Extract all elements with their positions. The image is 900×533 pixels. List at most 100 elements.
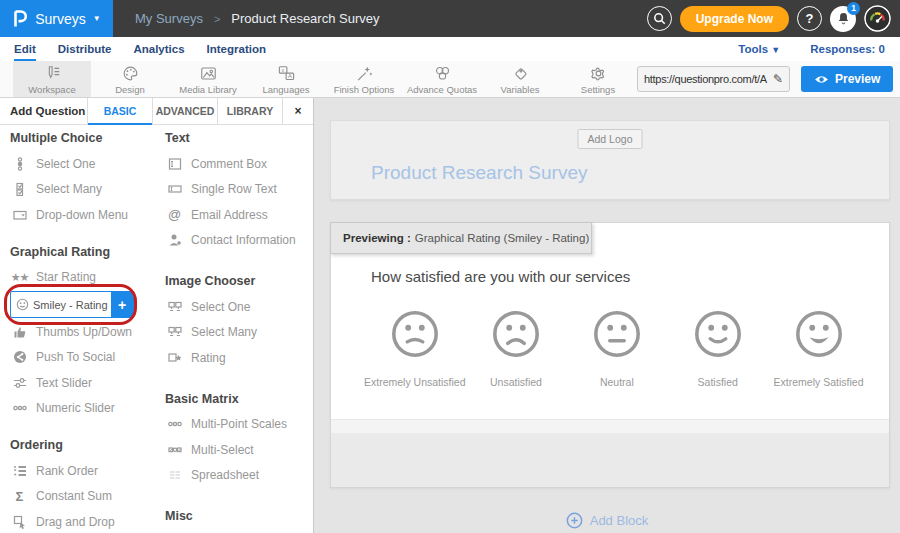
question-type-numeric-slider[interactable]: Numeric Slider — [10, 396, 165, 422]
multi-select-icon — [165, 443, 184, 457]
design-icon — [121, 64, 140, 83]
section-title-text: Text — [165, 131, 307, 146]
toolbar-item-advance-quotas[interactable]: Advance Quotas — [403, 61, 481, 97]
toolbar-item-design[interactable]: Design — [91, 61, 169, 97]
single-row-icon — [165, 182, 184, 196]
question-type-thumbs-up-down[interactable]: Thumbs Up/Down — [10, 319, 165, 345]
question-type-constant-sum[interactable]: ΣConstant Sum — [10, 484, 165, 510]
smiley-option-neutral[interactable]: Neutral — [566, 310, 667, 388]
question-type-rating[interactable]: Rating — [165, 345, 307, 371]
breadcrumb-separator-icon: > — [214, 13, 220, 25]
question-type-multi-point-scales[interactable]: Multi-Point Scales — [165, 412, 307, 438]
search-icon — [653, 12, 666, 25]
plus-circle-icon — [566, 512, 583, 529]
add-question-plus-button[interactable]: + — [111, 291, 134, 318]
rank-icon — [10, 464, 29, 478]
toolbar-item-languages[interactable]: xALanguages — [247, 61, 325, 97]
breadcrumb: My Surveys > Product Research Survey — [135, 11, 379, 26]
toolbar-item-settings[interactable]: Settings — [559, 61, 637, 97]
question-preview-block: Previewing : Graphical Rating (Smiley - … — [330, 222, 890, 488]
question-type-spreadsheet[interactable]: Spreadsheet — [165, 463, 307, 489]
smiley-option-unsatisfied[interactable]: Unsatisfied — [466, 310, 567, 388]
section-title-multiple-choice: Multiple Choice — [10, 131, 165, 146]
toolbar-item-finish-options[interactable]: Finish Options — [325, 61, 403, 97]
question-type-comment-box[interactable]: Comment Box — [165, 151, 307, 177]
variables-icon — [511, 64, 530, 83]
question-type-select-one[interactable]: Select One — [165, 294, 307, 320]
question-type-rank-order[interactable]: Rank Order — [10, 458, 165, 484]
question-type-star-rating[interactable]: ★★Star Rating — [10, 265, 165, 291]
question-type-multi-select[interactable]: Multi-Select — [165, 437, 307, 463]
question-type-single-row-text[interactable]: Single Row Text — [165, 177, 307, 203]
question-type-push-to-social[interactable]: Push To Social — [10, 345, 165, 371]
section-title-image-chooser: Image Chooser — [165, 274, 307, 289]
question-type-contact-information[interactable]: Contact Information — [165, 228, 307, 254]
nav-tab-distribute[interactable]: Distribute — [58, 37, 112, 61]
brand-menu[interactable]: Surveys ▼ — [0, 0, 113, 37]
settings-icon — [589, 64, 608, 83]
close-panel-button[interactable]: × — [283, 98, 313, 124]
chevron-down-icon: ▼ — [93, 14, 101, 23]
nav-tab-edit[interactable]: Edit — [14, 37, 36, 61]
slider-icon — [10, 376, 29, 390]
tools-menu[interactable]: Tools ▼ — [738, 43, 780, 55]
survey-url-input[interactable] — [644, 73, 772, 85]
block-footer — [331, 433, 889, 487]
toolbar-item-variables[interactable]: Variables — [481, 61, 559, 97]
add-logo-button[interactable]: Add Logo — [578, 129, 643, 149]
smiley-option-extremely-satisfied[interactable]: Extremely Satisfied — [768, 310, 869, 388]
question-type-text-slider[interactable]: Text Slider — [10, 370, 165, 396]
add-question-panel: Add Question BASICADVANCEDLIBRARY × Mult… — [0, 98, 314, 533]
survey-canvas: Add Logo Product Research Survey Preview… — [314, 98, 900, 533]
finish-options-icon — [355, 64, 374, 83]
survey-title[interactable]: Product Research Survey — [371, 162, 588, 184]
radio-list-icon — [10, 157, 29, 171]
question-type-email-address[interactable]: @Email Address — [165, 202, 307, 228]
advance-quotas-icon — [433, 64, 452, 83]
top-header: Surveys ▼ My Surveys > Product Research … — [0, 0, 900, 37]
panel-tab-library[interactable]: LIBRARY — [218, 98, 283, 124]
smiley-option-extremely-unsatisfied[interactable]: Extremely Unsatisfied — [364, 310, 466, 388]
toolbar-item-workspace[interactable]: Workspace — [13, 61, 91, 97]
nav-tab-integration[interactable]: Integration — [207, 37, 266, 61]
question-text[interactable]: How satisfied are you with our services — [371, 268, 630, 285]
question-type-smiley-rating[interactable]: Smiley - Rating+ — [10, 291, 132, 318]
help-button[interactable]: ? — [797, 6, 822, 31]
breadcrumb-section[interactable]: My Surveys — [135, 11, 203, 26]
search-button[interactable] — [647, 6, 672, 31]
notification-badge: 1 — [847, 2, 860, 15]
survey-nav: Edit Distribute Analytics Integration Tools… — [0, 37, 900, 61]
toolbar-item-media-library[interactable]: Media Library — [169, 61, 247, 97]
nav-tabs: Edit Distribute Analytics Integration — [14, 37, 266, 61]
responses-count[interactable]: Responses: 0 — [810, 43, 885, 55]
upgrade-now-button[interactable]: Upgrade Now — [680, 6, 789, 32]
add-block-button[interactable]: Add Block — [314, 512, 900, 529]
drag-icon — [10, 515, 29, 529]
thumb-icon — [10, 325, 29, 339]
notifications-button[interactable]: 1 — [830, 6, 856, 32]
share-icon — [10, 350, 29, 364]
question-type-select-many[interactable]: Select Many — [165, 320, 307, 346]
section-title-graphical-rating: Graphical Rating — [10, 245, 165, 260]
preview-button[interactable]: Preview — [801, 66, 893, 92]
img-select-icon — [165, 300, 184, 314]
edit-url-icon[interactable]: ✎ — [773, 72, 783, 86]
survey-url-box: ✎ — [637, 66, 790, 92]
question-type-select-many[interactable]: Select Many — [10, 177, 165, 203]
questionpro-logo-icon — [12, 9, 28, 29]
avatar[interactable] — [864, 5, 891, 32]
svg-text:A: A — [288, 73, 292, 79]
panel-tab-basic[interactable]: BASIC — [88, 98, 153, 124]
block-footer-strip — [331, 419, 889, 433]
smiley-option-satisfied[interactable]: Satisfied — [667, 310, 768, 388]
panel-tab-advanced[interactable]: ADVANCED — [153, 98, 218, 124]
nav-tab-analytics[interactable]: Analytics — [133, 37, 184, 61]
svg-text:x: x — [281, 66, 284, 72]
question-type-drag-and-drop[interactable]: Drag and Drop — [10, 509, 165, 533]
smiley-face-icon — [795, 310, 843, 358]
brand-product-label: Surveys — [35, 11, 86, 27]
question-type-select-one[interactable]: Select One — [10, 151, 165, 177]
section-title-ordering: Ordering — [10, 438, 165, 453]
survey-header-block: Add Logo Product Research Survey — [330, 120, 890, 200]
question-type-drop-down-menu[interactable]: Drop-down Menu — [10, 202, 165, 228]
